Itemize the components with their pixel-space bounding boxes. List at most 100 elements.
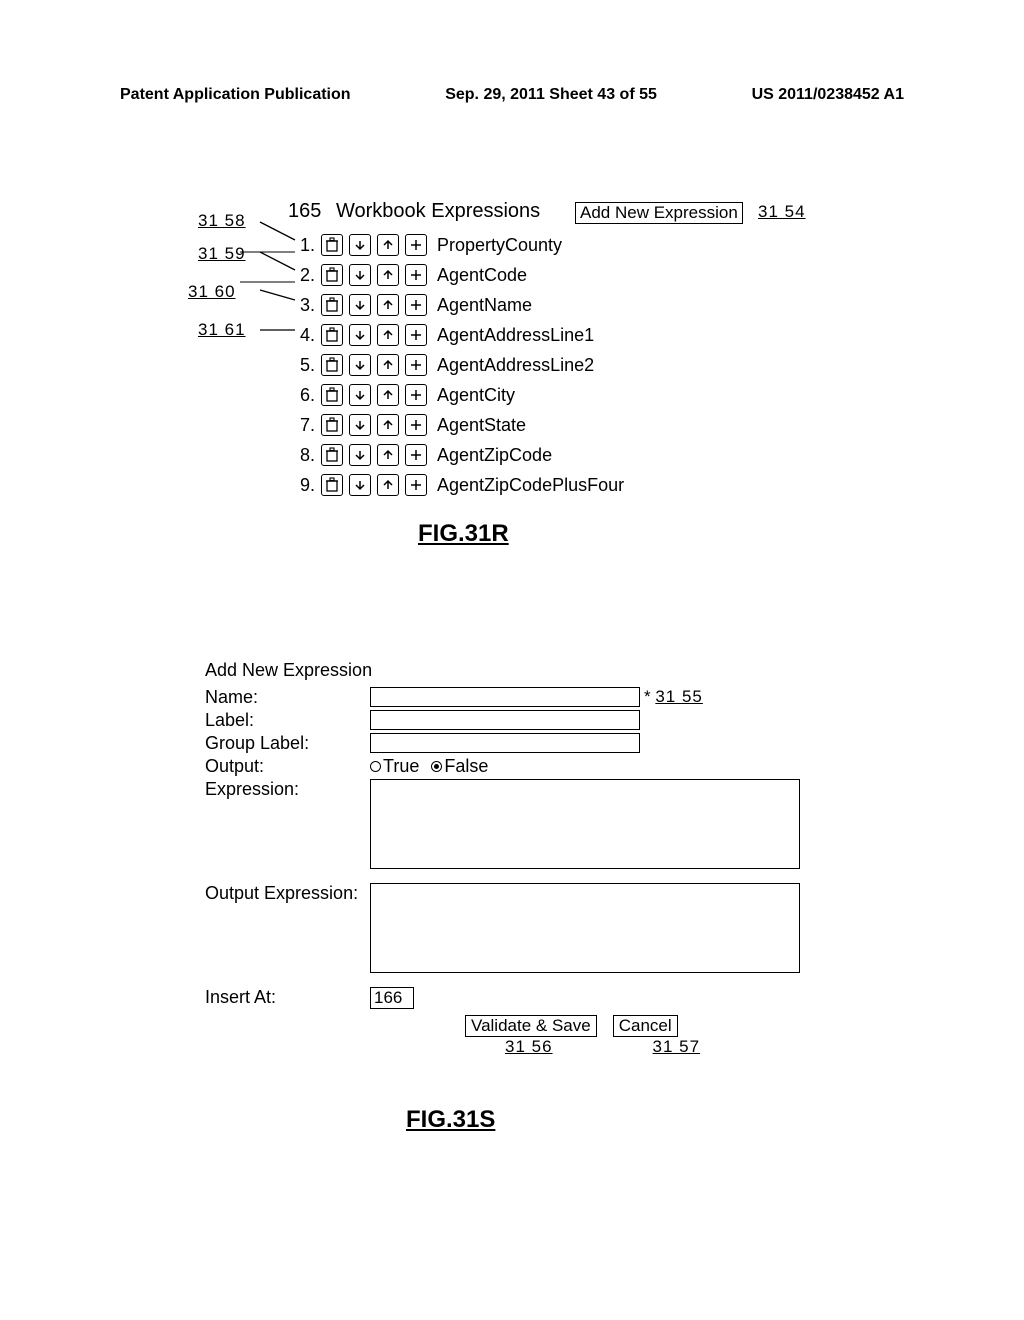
- move-down-icon[interactable]: [349, 294, 371, 316]
- move-up-icon[interactable]: [377, 474, 399, 496]
- expression-input[interactable]: [370, 779, 800, 869]
- expression-row: 9. AgentZipCodePlusFour: [295, 470, 624, 500]
- move-up-icon[interactable]: [377, 384, 399, 406]
- row-number: 1.: [295, 235, 315, 256]
- row-number: 8.: [295, 445, 315, 466]
- delete-icon[interactable]: [321, 354, 343, 376]
- delete-icon[interactable]: [321, 474, 343, 496]
- label-expression: Expression:: [205, 779, 370, 800]
- expression-name: AgentAddressLine1: [437, 325, 594, 346]
- add-new-expression-button[interactable]: Add New Expression: [575, 202, 743, 224]
- label-label: Label:: [205, 710, 370, 731]
- expression-name: AgentZipCode: [437, 445, 552, 466]
- move-up-icon[interactable]: [377, 444, 399, 466]
- add-icon[interactable]: [405, 294, 427, 316]
- group-label-input[interactable]: [370, 733, 640, 753]
- expression-list: 1. PropertyCounty 2. AgentCode 3. AgentN…: [295, 230, 624, 500]
- delete-icon[interactable]: [321, 294, 343, 316]
- figure-label-31r: FIG.31R: [418, 520, 509, 548]
- expressions-title: Workbook Expressions: [336, 200, 540, 223]
- add-icon[interactable]: [405, 474, 427, 496]
- ref-31-59: 31 59: [198, 244, 246, 264]
- expression-row: 1. PropertyCounty: [295, 230, 624, 260]
- move-up-icon[interactable]: [377, 234, 399, 256]
- expression-row: 4. AgentAddressLine1: [295, 320, 624, 350]
- expression-row: 3. AgentName: [295, 290, 624, 320]
- row-number: 4.: [295, 325, 315, 346]
- label-insert-at: Insert At:: [205, 987, 370, 1008]
- row-number: 5.: [295, 355, 315, 376]
- expression-row: 2. AgentCode: [295, 260, 624, 290]
- add-icon[interactable]: [405, 264, 427, 286]
- move-down-icon[interactable]: [349, 444, 371, 466]
- row-number: 6.: [295, 385, 315, 406]
- output-radio-group: True False: [370, 756, 488, 777]
- label-output: Output:: [205, 756, 370, 777]
- move-up-icon[interactable]: [377, 414, 399, 436]
- delete-icon[interactable]: [321, 264, 343, 286]
- move-down-icon[interactable]: [349, 474, 371, 496]
- row-number: 2.: [295, 265, 315, 286]
- delete-icon[interactable]: [321, 444, 343, 466]
- row-number: 3.: [295, 295, 315, 316]
- label-name: Name:: [205, 687, 370, 708]
- expression-name: AgentCode: [437, 265, 527, 286]
- move-up-icon[interactable]: [377, 294, 399, 316]
- add-icon[interactable]: [405, 324, 427, 346]
- move-up-icon[interactable]: [377, 324, 399, 346]
- add-icon[interactable]: [405, 384, 427, 406]
- expression-row: 8. AgentZipCode: [295, 440, 624, 470]
- expression-name: AgentState: [437, 415, 526, 436]
- delete-icon[interactable]: [321, 324, 343, 346]
- header-mid: Sep. 29, 2011 Sheet 43 of 55: [445, 86, 657, 104]
- cancel-button[interactable]: Cancel: [613, 1015, 678, 1037]
- insert-at-input[interactable]: 166: [370, 987, 414, 1009]
- move-down-icon[interactable]: [349, 354, 371, 376]
- move-down-icon[interactable]: [349, 324, 371, 346]
- expression-name: PropertyCounty: [437, 235, 562, 256]
- radio-false[interactable]: False: [431, 756, 488, 777]
- add-icon[interactable]: [405, 414, 427, 436]
- header-right: US 2011/0238452 A1: [752, 86, 904, 104]
- ref-31-57: 31 57: [653, 1037, 701, 1057]
- add-icon[interactable]: [405, 444, 427, 466]
- output-expression-input[interactable]: [370, 883, 800, 973]
- delete-icon[interactable]: [321, 234, 343, 256]
- move-down-icon[interactable]: [349, 384, 371, 406]
- add-icon[interactable]: [405, 354, 427, 376]
- move-down-icon[interactable]: [349, 414, 371, 436]
- expression-name: AgentName: [437, 295, 532, 316]
- move-down-icon[interactable]: [349, 234, 371, 256]
- expression-name: AgentCity: [437, 385, 515, 406]
- ref-31-55: * 31 55: [644, 687, 703, 707]
- expression-row: 7. AgentState: [295, 410, 624, 440]
- ref-31-61: 31 61: [198, 320, 246, 340]
- delete-icon[interactable]: [321, 414, 343, 436]
- move-up-icon[interactable]: [377, 354, 399, 376]
- header-left: Patent Application Publication: [120, 86, 351, 104]
- ref-31-54: 31 54: [758, 202, 806, 222]
- radio-true[interactable]: True: [370, 756, 419, 777]
- move-down-icon[interactable]: [349, 264, 371, 286]
- ref-31-56: 31 56: [505, 1037, 553, 1057]
- figure-31s: Add New Expression Name: * 31 55 Label: …: [205, 660, 825, 1057]
- ref-31-58: 31 58: [198, 211, 246, 231]
- row-number: 7.: [295, 415, 315, 436]
- label-output-expression: Output Expression:: [205, 883, 370, 904]
- row-number: 9.: [295, 475, 315, 496]
- form-title: Add New Expression: [205, 660, 825, 681]
- expression-name: AgentAddressLine2: [437, 355, 594, 376]
- expression-row: 6. AgentCity: [295, 380, 624, 410]
- expression-name: AgentZipCodePlusFour: [437, 475, 624, 496]
- figure-label-31s: FIG.31S: [406, 1106, 495, 1134]
- expression-row: 5. AgentAddressLine2: [295, 350, 624, 380]
- delete-icon[interactable]: [321, 384, 343, 406]
- page-header: Patent Application Publication Sep. 29, …: [120, 86, 904, 104]
- add-icon[interactable]: [405, 234, 427, 256]
- label-input[interactable]: [370, 710, 640, 730]
- move-up-icon[interactable]: [377, 264, 399, 286]
- validate-save-button[interactable]: Validate & Save: [465, 1015, 597, 1037]
- label-group-label: Group Label:: [205, 733, 370, 754]
- name-input[interactable]: [370, 687, 640, 707]
- ref-31-60: 31 60: [188, 282, 236, 302]
